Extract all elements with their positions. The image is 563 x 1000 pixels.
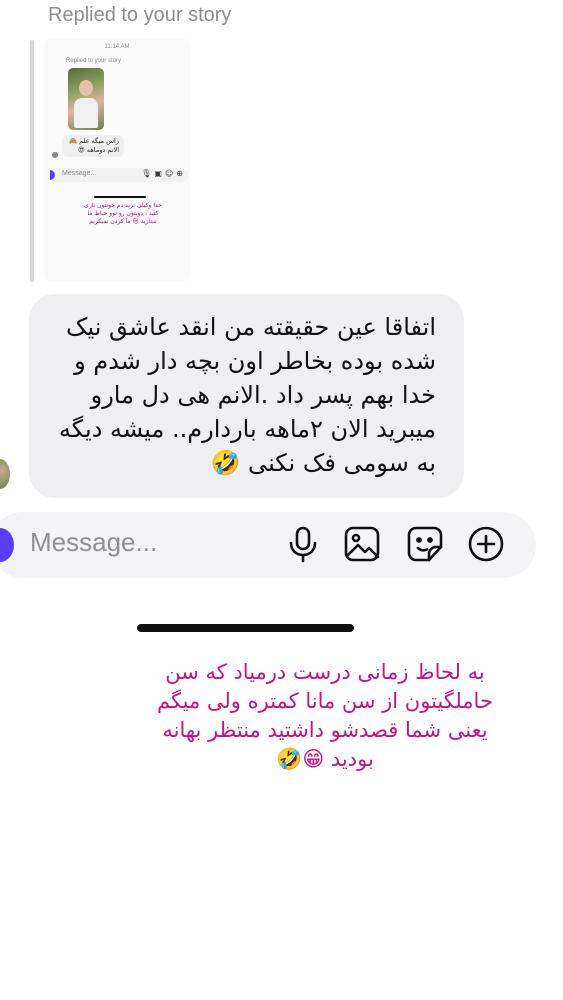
thumbnail-home-indicator: [94, 196, 146, 198]
microphone-icon[interactable]: [283, 523, 323, 565]
sticker-icon[interactable]: [405, 523, 445, 565]
message-text: اتفاقا عین حقیقته من انقد عاشق نیک شده ب…: [58, 313, 436, 477]
sender-avatar[interactable]: [0, 459, 10, 489]
replied-to-story-label: Replied to your story: [48, 4, 232, 26]
message-input[interactable]: Message...: [30, 527, 157, 558]
story-quote-bar: [30, 40, 34, 282]
thumbnail-caption: خدا وکیلی برید دم خونتون بازی کنید ، دوب…: [84, 202, 162, 225]
story-caption: به لحاظ زمانی درست درمیاد که سن حاملگیتو…: [157, 660, 493, 771]
message-bubble[interactable]: اتفاقا عین حقیقته من انقد عاشق نیک شده ب…: [29, 294, 464, 498]
thumbnail-story-photo: [68, 68, 104, 130]
story-thumbnail[interactable]: 11:14 AM Replied to your story راس میگه …: [44, 38, 190, 282]
thumbnail-message-placeholder: Message...: [62, 170, 97, 177]
thumbnail-time: 11:14 AM: [104, 44, 130, 50]
thumbnail-avatar: [52, 152, 58, 158]
thumbnail-replied-label: Replied to your story: [66, 58, 122, 64]
plus-icon[interactable]: [466, 523, 506, 565]
thumbnail-camera-dot: [50, 170, 55, 180]
image-icon[interactable]: [342, 523, 382, 565]
thumbnail-reply-bubble: راس میگه علم 🙈 الانم دوماهه 😍: [62, 135, 124, 157]
thumbnail-message-bar: Message... 🎙▣☺⊕: [50, 168, 188, 182]
photo-face: [79, 80, 93, 96]
thumbnail-composer-icons: 🎙▣☺⊕: [141, 169, 186, 178]
photo-body: [74, 98, 98, 128]
home-indicator: [137, 624, 354, 632]
